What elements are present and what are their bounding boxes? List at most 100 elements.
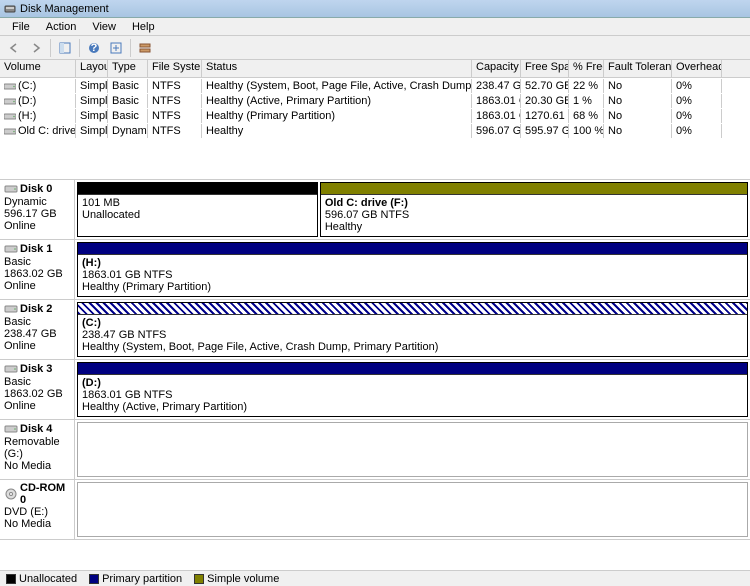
volume-row[interactable]: Old C: drive (F:)SimpleDynamicNTFSHealth… (0, 123, 750, 138)
empty-partition[interactable] (77, 482, 748, 537)
volume-fault: No (604, 94, 672, 108)
separator (130, 39, 131, 57)
disk-partitions (75, 480, 750, 539)
legend: Unallocated Primary partition Simple vol… (0, 570, 750, 586)
volume-overhead: 0% (672, 79, 722, 93)
empty-partition[interactable] (77, 422, 748, 477)
disk-partitions: 101 MBUnallocatedOld C: drive (F:)596.07… (75, 180, 750, 239)
legend-primary-label: Primary partition (102, 573, 182, 585)
volume-row[interactable]: (D:)SimpleBasicNTFSHealthy (Active, Prim… (0, 93, 750, 108)
partition-status: Healthy (System, Boot, Page File, Active… (82, 341, 743, 353)
volume-free: 52.70 GB (521, 79, 569, 93)
volume-fault: No (604, 79, 672, 93)
menu-help[interactable]: Help (124, 21, 163, 33)
volume-name: (H:) (18, 110, 36, 122)
menu-file[interactable]: File (4, 21, 38, 33)
disk-icon (4, 487, 18, 501)
partition[interactable]: Old C: drive (F:)596.07 GB NTFSHealthy (320, 182, 748, 237)
volume-row[interactable]: (C:)SimpleBasicNTFSHealthy (System, Boot… (0, 78, 750, 93)
col-capacity[interactable]: Capacity (472, 60, 521, 77)
window-title: Disk Management (20, 3, 109, 15)
partition[interactable]: 101 MBUnallocated (77, 182, 318, 237)
volume-status: Healthy (202, 124, 472, 138)
show-hide-console-tree-button[interactable] (55, 38, 75, 58)
col-fault[interactable]: Fault Tolerance (604, 60, 672, 77)
app-icon (4, 3, 16, 15)
forward-button[interactable] (26, 38, 46, 58)
disk-row[interactable]: Disk 2Basic238.47 GBOnline(C:)238.47 GB … (0, 300, 750, 360)
disk-size: 1863.02 GB (4, 388, 70, 400)
col-volume[interactable]: Volume (0, 60, 76, 77)
volume-fs: NTFS (148, 79, 202, 93)
col-free[interactable]: Free Space (521, 60, 569, 77)
legend-unallocated-label: Unallocated (19, 573, 77, 585)
partition[interactable]: (H:)1863.01 GB NTFSHealthy (Primary Part… (77, 242, 748, 297)
menu-action[interactable]: Action (38, 21, 85, 33)
back-button[interactable] (4, 38, 24, 58)
help-button[interactable]: ? (84, 38, 104, 58)
disk-row[interactable]: Disk 0Dynamic596.17 GBOnline101 MBUnallo… (0, 180, 750, 240)
simple-swatch (194, 574, 204, 584)
col-type[interactable]: Type (108, 60, 148, 77)
partition-status: Healthy (Primary Partition) (82, 281, 743, 293)
partition-size: 596.07 GB NTFS (325, 209, 743, 221)
menu-view[interactable]: View (84, 21, 124, 33)
disk-state: Online (4, 340, 70, 352)
volume-list[interactable]: Volume Layout Type File System Status Ca… (0, 60, 750, 180)
disk-type: Basic (4, 256, 70, 268)
volume-fault: No (604, 124, 672, 138)
disk-state: No Media (4, 460, 70, 472)
col-status[interactable]: Status (202, 60, 472, 77)
col-overhead[interactable]: Overhead (672, 60, 722, 77)
drive-icon (4, 111, 16, 121)
disk-row[interactable]: Disk 4Removable (G:)No Media (0, 420, 750, 480)
disk-row[interactable]: CD-ROM 0DVD (E:)No Media (0, 480, 750, 540)
volume-pct: 68 % (569, 109, 604, 123)
partition-label: Old C: drive (F:) (325, 197, 743, 209)
partition-size: 101 MB (82, 197, 313, 209)
disk-row[interactable]: Disk 3Basic1863.02 GBOnline(D:)1863.01 G… (0, 360, 750, 420)
disk-graphical-view[interactable]: Disk 0Dynamic596.17 GBOnline101 MBUnallo… (0, 180, 750, 570)
volume-name: (D:) (18, 95, 36, 107)
disk-icon (4, 362, 18, 376)
partition[interactable]: (C:)238.47 GB NTFSHealthy (System, Boot,… (77, 302, 748, 357)
drive-icon (4, 96, 16, 106)
volume-free: 595.97 GB (521, 124, 569, 138)
partition[interactable]: (D:)1863.01 GB NTFSHealthy (Active, Prim… (77, 362, 748, 417)
refresh-button[interactable] (106, 38, 126, 58)
partition-status: Unallocated (82, 209, 313, 221)
col-pct[interactable]: % Free (569, 60, 604, 77)
disk-info: Disk 3Basic1863.02 GBOnline (0, 360, 75, 419)
volume-layout: Simple (76, 79, 108, 93)
disk-partitions (75, 420, 750, 479)
disk-icon (4, 182, 18, 196)
disk-icon (4, 422, 18, 436)
drive-icon (4, 81, 16, 91)
settings-button[interactable] (135, 38, 155, 58)
partition-status: Healthy (Active, Primary Partition) (82, 401, 743, 413)
volume-name: (C:) (18, 80, 36, 92)
partition-color-bar (78, 183, 317, 195)
disk-row[interactable]: Disk 1Basic1863.02 GBOnline(H:)1863.01 G… (0, 240, 750, 300)
volume-row[interactable]: (H:)SimpleBasicNTFSHealthy (Primary Part… (0, 108, 750, 123)
volume-type: Dynamic (108, 124, 148, 138)
primary-swatch (89, 574, 99, 584)
volume-capacity: 596.07 GB (472, 124, 521, 138)
disk-type: DVD (E:) (4, 506, 70, 518)
volume-overhead: 0% (672, 109, 722, 123)
col-layout[interactable]: Layout (76, 60, 108, 77)
separator (79, 39, 80, 57)
disk-type: Dynamic (4, 196, 70, 208)
volume-capacity: 238.47 GB (472, 79, 521, 93)
partition-size: 238.47 GB NTFS (82, 329, 743, 341)
drive-icon (4, 126, 16, 136)
col-filesystem[interactable]: File System (148, 60, 202, 77)
volume-status: Healthy (System, Boot, Page File, Active… (202, 79, 472, 93)
disk-size: 238.47 GB (4, 328, 70, 340)
volume-name: Old C: drive (F:) (18, 125, 76, 137)
disk-info: CD-ROM 0DVD (E:)No Media (0, 480, 75, 539)
disk-icon (4, 242, 18, 256)
disk-partitions: (H:)1863.01 GB NTFSHealthy (Primary Part… (75, 240, 750, 299)
volume-fs: NTFS (148, 109, 202, 123)
partition-size: 1863.01 GB NTFS (82, 269, 743, 281)
